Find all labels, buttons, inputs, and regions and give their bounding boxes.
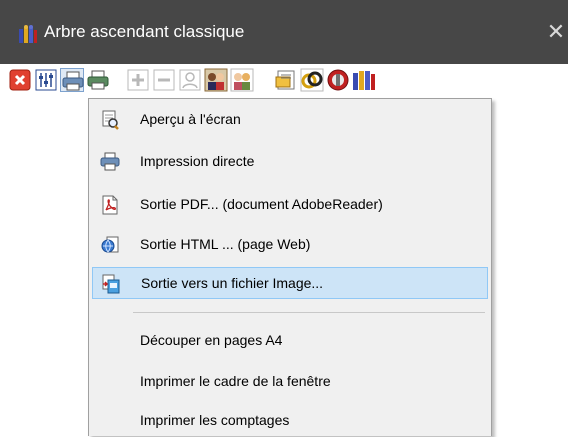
pdf-icon	[100, 195, 120, 215]
zoom-in-icon[interactable]	[126, 68, 150, 92]
image-file-icon	[101, 274, 121, 294]
tree-icon[interactable]	[352, 68, 376, 92]
preview-icon	[100, 110, 120, 130]
gauge-icon[interactable]	[326, 68, 350, 92]
window-title: Arbre ascendant classique	[44, 22, 245, 41]
menu-separator	[133, 312, 485, 313]
family-tree-icon	[18, 24, 38, 44]
toolbar	[0, 64, 568, 98]
menu-item-preview[interactable]: Aperçu à l'écran	[92, 104, 488, 136]
html-icon	[100, 235, 120, 255]
menu-item-print-counts[interactable]: Imprimer les comptages	[92, 405, 488, 437]
printer-icon	[100, 152, 120, 172]
zoom-out-icon[interactable]	[152, 68, 176, 92]
menu-item-image-file[interactable]: Sortie vers un fichier Image...	[92, 267, 488, 299]
menu-item-direct-print[interactable]: Impression directe	[92, 146, 488, 178]
close-red-icon[interactable]	[8, 68, 32, 92]
print-preview-icon[interactable]	[86, 68, 110, 92]
print-menu: Aperçu à l'écran Impression directe Sort…	[88, 98, 492, 436]
family-icon[interactable]	[230, 68, 254, 92]
menu-item-pdf[interactable]: Sortie PDF... (document AdobeReader)	[92, 189, 488, 221]
window-close-button[interactable]: ✕	[544, 18, 568, 46]
menu-item-print-frame[interactable]: Imprimer le cadre de la fenêtre	[92, 366, 488, 398]
person-outline-icon[interactable]	[178, 68, 202, 92]
settings-sliders-icon[interactable]	[34, 68, 58, 92]
menu-item-split-a4[interactable]: Découper en pages A4	[92, 325, 488, 357]
couple-icon[interactable]	[204, 68, 228, 92]
title-bar: Arbre ascendant classique ✕	[0, 0, 568, 64]
menu-item-html[interactable]: Sortie HTML ... (page Web)	[92, 229, 488, 261]
print-icon[interactable]	[60, 68, 84, 92]
document-icon[interactable]	[274, 68, 298, 92]
rings-icon[interactable]	[300, 68, 324, 92]
